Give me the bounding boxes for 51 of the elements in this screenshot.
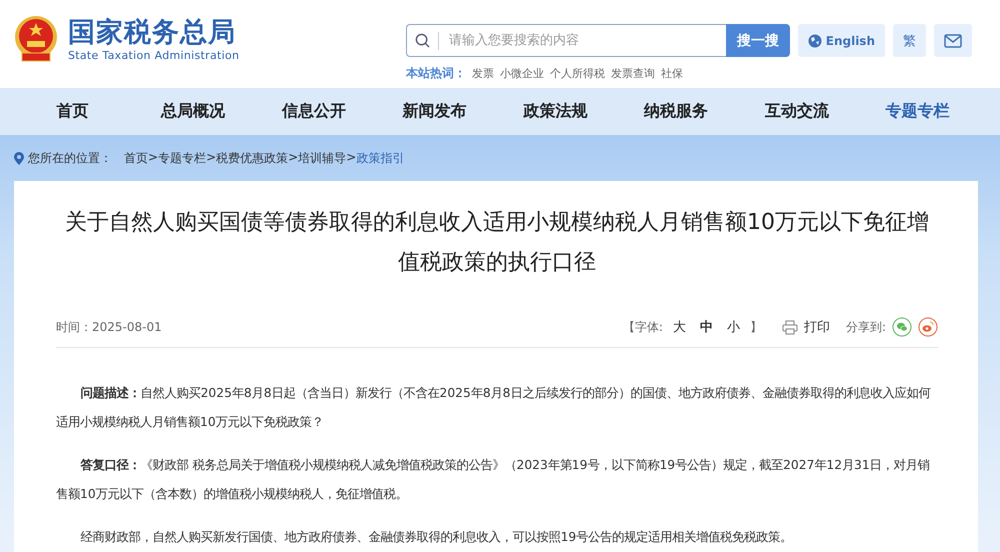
location-pin-icon [14, 152, 24, 164]
nav-item[interactable]: 信息公开 [254, 88, 374, 135]
breadcrumb-separator: > [346, 150, 356, 166]
wechat-share-icon[interactable] [892, 317, 912, 337]
english-button[interactable]: English [798, 24, 885, 57]
publish-date: 时间：2025-08-01 [56, 318, 162, 336]
breadcrumb-separator: > [148, 150, 158, 164]
hot-word-link[interactable]: 发票 [472, 66, 494, 81]
search-icon [414, 33, 430, 48]
weibo-share-icon[interactable] [918, 317, 938, 337]
hot-word-link[interactable]: 小微企业 [500, 66, 544, 81]
nav-item[interactable]: 首页 [12, 88, 133, 135]
article-paragraph: 问题描述：自然人购买2025年8月8日起（含当日）新发行（不含在2025年8月8日之后续发行的部分）的国债、地方政府债券、金融债券取得的利息收入应如何适用小规模纳税人月销售额10万元以下免税政策？ [56, 385, 932, 431]
breadcrumb-label: 您所在的位置： [28, 150, 112, 166]
printer-icon [782, 320, 798, 334]
breadcrumb-link[interactable]: 政策指引 [356, 150, 404, 166]
breadcrumb-link[interactable]: 首页 [124, 150, 148, 166]
print-button[interactable]: 打印 [782, 318, 830, 336]
globe-icon [808, 34, 822, 48]
site-subtitle: State Taxation Administration [68, 48, 240, 62]
emblem-icon [14, 15, 58, 63]
hot-word-link[interactable]: 发票查询 [610, 66, 655, 81]
breadcrumb-link[interactable]: 专题专栏 [158, 150, 206, 166]
article-paragraph: 经商财政部，自然人购买新发行国债、地方政府债券、金融债券取得的利息收入，可以按照19号公告的规定适用相关增值税免税政策。 [80, 529, 794, 546]
hot-word-link[interactable]: 社保 [660, 66, 683, 81]
font-size-label: 【字体: [622, 318, 663, 336]
breadcrumb-separator: > [288, 150, 298, 166]
search-field[interactable]: 请输入您要搜索的内容 [406, 24, 726, 57]
article-paragraph: 答复口径：《财政部 税务总局关于增值税小规模纳税人减免增值税政策的公告》（2023年第19号，以下简称19号公告）规定，截至2027年12月31日，对月销售额10万元以下（含本数）的增值税小规模纳税人，免征增值税。 [56, 457, 931, 503]
nav-item[interactable]: 专题专栏 [857, 88, 978, 135]
article-title: 关于自然人购买国债等债券取得的利息收入适用小规模纳税人月销售额10万元以下免征增值税政策的执行口径 [64, 209, 930, 277]
nav-item[interactable]: 政策法规 [495, 88, 616, 135]
hot-word-link[interactable]: 个人所得税 [550, 66, 605, 81]
nav-item[interactable]: 总局概况 [132, 88, 254, 135]
font-size-option[interactable]: 小 [726, 318, 740, 336]
font-size-option[interactable]: 大 [672, 318, 686, 336]
breadcrumb-link[interactable]: 税费优惠政策 [216, 150, 288, 166]
font-size-option[interactable]: 中 [700, 318, 713, 336]
share-label: 分享到: [846, 318, 886, 336]
traditional-chinese-button[interactable]: 繁 [893, 24, 926, 57]
search-button[interactable]: 搜一搜 [726, 24, 790, 57]
breadcrumb-separator: > [206, 150, 216, 166]
hot-words-label: 本站热词： [406, 65, 466, 82]
nav-item[interactable]: 新闻发布 [374, 88, 495, 135]
site-title: 国家税务总局 [68, 16, 237, 48]
font-size-bracket: 】 [750, 318, 762, 336]
nav-item[interactable]: 纳税服务 [616, 88, 736, 135]
nav-item[interactable]: 互动交流 [736, 88, 858, 135]
breadcrumb-link[interactable]: 培训辅导 [298, 150, 346, 166]
mail-button[interactable] [934, 24, 972, 57]
mail-icon [944, 34, 962, 48]
